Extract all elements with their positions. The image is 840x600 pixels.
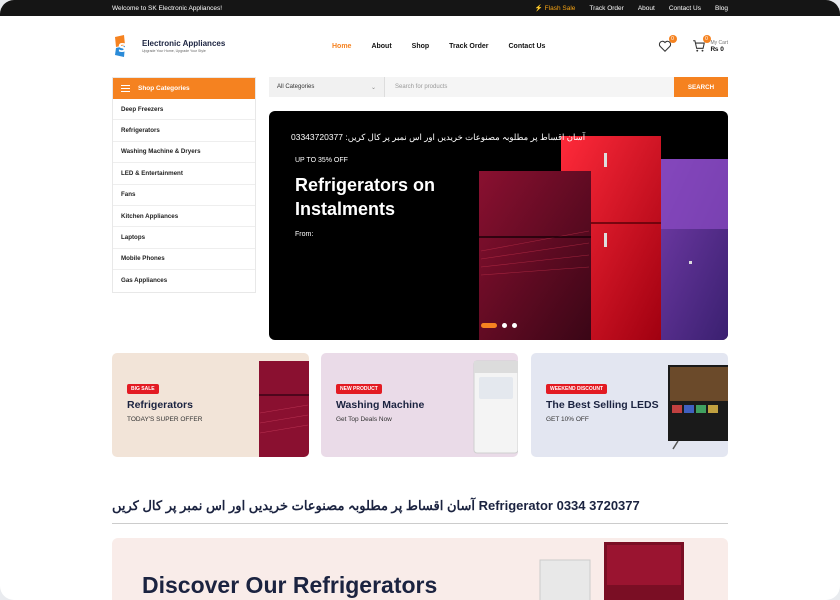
search-button[interactable]: SEARCH (674, 77, 728, 97)
category-kitchen[interactable]: Kitchen Appliances (113, 206, 255, 228)
site-logo[interactable]: SK Electronic Appliances Upgrade Your Ho… (112, 33, 225, 59)
category-fans[interactable]: Fans (113, 185, 255, 206)
slider-dot-1[interactable] (481, 323, 497, 328)
category-title: Shop Categories (138, 85, 190, 92)
cart-summary: My Cart ₨ 0 (711, 40, 729, 53)
menu-icon (121, 85, 130, 92)
track-order-link[interactable]: Track Order (589, 5, 623, 12)
discover-title: Discover Our Refrigerators (142, 572, 438, 598)
section-divider (112, 523, 728, 524)
section-title: آسان اقساط پر مطلوبہ مصنوعات خریدیں اور … (112, 498, 640, 513)
promo-leds[interactable]: WEEKEND DISCOUNT The Best Selling LEDS G… (531, 353, 728, 457)
site-header: SK Electronic Appliances Upgrade Your Ho… (0, 16, 840, 76)
lightning-icon: ⚡ (534, 5, 543, 12)
category-mobile-phones[interactable]: Mobile Phones (113, 249, 255, 271)
cart-button[interactable]: 0 My Cart ₨ 0 (692, 35, 729, 53)
cart-badge: 0 (702, 35, 711, 43)
category-gas-appliances[interactable]: Gas Appliances (113, 270, 255, 291)
hero-kicker: UP TO 35% OFF (295, 157, 348, 164)
search-input[interactable]: Search for products (385, 77, 674, 97)
chevron-down-icon: ⌄ (370, 84, 376, 91)
sk-logo-icon: SK (112, 33, 138, 59)
promo-title: Washing Machine (336, 399, 425, 411)
cart-icon-wrap: 0 (692, 35, 711, 53)
promo-title: Refrigerators (127, 399, 193, 411)
category-select-value: All Categories (277, 84, 315, 90)
hero-urdu-text: آسان اقساط پر مطلوبہ مصنوعات خریدیں اور … (291, 132, 586, 142)
top-bar: Welcome to SK Electronic Appliances! ⚡ F… (0, 0, 840, 16)
cart-total: ₨ 0 (710, 45, 724, 53)
hero-from: From: (295, 231, 314, 238)
category-deep-freezers[interactable]: Deep Freezers (113, 99, 255, 121)
promo-pill: NEW PRODUCT (336, 384, 382, 394)
promo-pill: BIG SALE (127, 384, 159, 394)
promo-refrigerators[interactable]: BIG SALE Refrigerators TODAY'S SUPER OFF… (112, 353, 309, 457)
nav-about[interactable]: About (371, 43, 391, 50)
category-header[interactable]: Shop Categories (113, 78, 255, 99)
promo-title: The Best Selling LEDS (546, 399, 659, 411)
category-laptops[interactable]: Laptops (113, 227, 255, 249)
welcome-text: Welcome to SK Electronic Appliances! (112, 4, 223, 12)
category-refrigerators[interactable]: Refrigerators (113, 120, 255, 142)
nav-home[interactable]: Home (332, 43, 351, 50)
main-nav: Home About Shop Track Order Contact Us (332, 43, 545, 50)
top-links: ⚡ Flash Sale Track Order About Contact U… (535, 4, 728, 13)
logo-title: Electronic Appliances (142, 39, 226, 48)
promo-subtitle: Get Top Deals Now (336, 416, 392, 423)
hero-title: Refrigerators on Instalments (295, 175, 436, 219)
browser-frame: Welcome to SK Electronic Appliances! ⚡ F… (0, 0, 840, 600)
slider-dot-3[interactable] (512, 323, 517, 328)
category-led[interactable]: LED & Entertainment (113, 163, 255, 185)
slider-dots (481, 323, 517, 328)
category-select[interactable]: All Categories ⌄ (269, 77, 385, 97)
contact-link[interactable]: Contact Us (669, 5, 701, 12)
promo-washing-machine[interactable]: NEW PRODUCT Washing Machine Get Top Deal… (321, 353, 518, 457)
hero-refrigerator-image (479, 136, 728, 340)
logo-text: Electronic Appliances Upgrade Your Home,… (142, 39, 225, 53)
hero-slider[interactable]: آسان اقساط پر مطلوبہ مصنوعات خریدیں اور … (269, 111, 728, 340)
promo-subtitle: TODAY'S SUPER OFFER (127, 416, 203, 423)
wishlist-badge: 0 (668, 35, 677, 43)
about-link[interactable]: About (638, 5, 655, 12)
logo-mark-text: SK (118, 41, 137, 55)
wishlist-button[interactable]: 0 (658, 35, 677, 53)
blog-link[interactable]: Blog (715, 5, 728, 12)
category-panel: Shop Categories Deep Freezers Refrigerat… (112, 77, 256, 293)
search-bar: All Categories ⌄ Search for products SEA… (269, 77, 728, 97)
promo-subtitle: GET 10% OFF (546, 416, 589, 423)
slider-dot-2[interactable] (502, 323, 507, 328)
flash-sale-link[interactable]: ⚡ Flash Sale (535, 4, 576, 12)
header-actions: 0 0 My Cart ₨ 0 (658, 35, 729, 53)
nav-shop[interactable]: Shop (412, 43, 430, 50)
nav-track-order[interactable]: Track Order (449, 43, 488, 50)
flash-sale-label: Flash Sale (544, 5, 576, 12)
discover-banner[interactable]: Discover Our Refrigerators (112, 538, 728, 600)
logo-tagline: Upgrade Your Home, Upgrade Your Style (142, 49, 206, 53)
category-washing-machines[interactable]: Washing Machine & Dryers (113, 142, 255, 164)
nav-contact[interactable]: Contact Us (508, 43, 545, 50)
promo-pill: WEEKEND DISCOUNT (546, 384, 608, 394)
